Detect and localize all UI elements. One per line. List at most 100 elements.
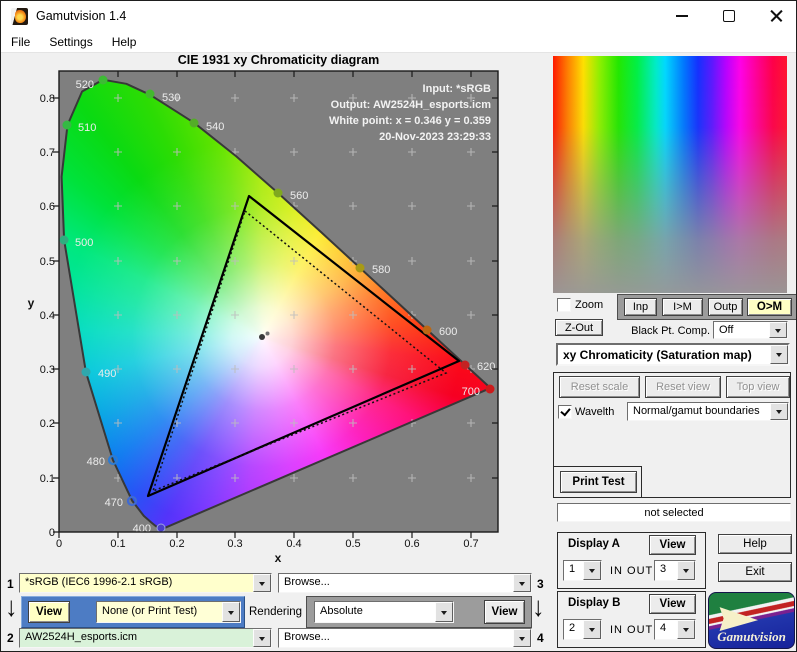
x-tick: 0.6 bbox=[404, 538, 419, 550]
zoom-checkbox[interactable] bbox=[557, 298, 571, 312]
browse-output-select[interactable]: Browse... bbox=[278, 628, 532, 648]
browse-input-select[interactable]: Browse... bbox=[278, 573, 532, 593]
dropdown-button[interactable] bbox=[677, 561, 695, 580]
exit-button[interactable]: Exit bbox=[718, 562, 792, 582]
window-title: Gamutvision 1.4 bbox=[36, 9, 126, 23]
boundaries-select[interactable]: Normal/gamut boundaries bbox=[627, 402, 789, 421]
display-a-inout-label: IN OUT bbox=[610, 565, 653, 577]
y-tick: 0.3 bbox=[40, 364, 55, 376]
logo-text: Gamutvision bbox=[709, 629, 794, 645]
white-point-marker bbox=[259, 334, 265, 340]
outp-button[interactable]: Outp bbox=[708, 298, 743, 316]
wavelength-label-510: 510 bbox=[78, 122, 96, 134]
output-profile-value: AW2524H_esports.icm bbox=[20, 629, 253, 647]
dropdown-button[interactable] bbox=[583, 620, 601, 639]
close-button[interactable] bbox=[754, 1, 797, 31]
down-arrow-icon: ↓ bbox=[5, 593, 18, 622]
wavelength-dot-560 bbox=[274, 189, 283, 198]
boundaries-value: Normal/gamut boundaries bbox=[628, 403, 770, 420]
dropdown-button[interactable] bbox=[769, 322, 787, 338]
slot-4-label: 4 bbox=[537, 631, 544, 645]
slot-2-label: 2 bbox=[7, 631, 14, 645]
x-tick: 0.3 bbox=[227, 538, 242, 550]
x-tick: 0.4 bbox=[286, 538, 301, 550]
browse-output-value: Browse... bbox=[279, 629, 513, 647]
wavelength-dot-620 bbox=[461, 361, 470, 370]
saturation-map-image[interactable] bbox=[553, 56, 787, 293]
dropdown-button[interactable] bbox=[770, 345, 788, 364]
output-profile-select[interactable]: AW2524H_esports.icm bbox=[19, 628, 272, 648]
reset-scale-button[interactable]: Reset scale bbox=[559, 376, 640, 398]
display-b-view-button[interactable]: View bbox=[649, 594, 696, 614]
maximize-icon bbox=[723, 10, 735, 22]
i-to-m-button[interactable]: I>M bbox=[662, 298, 703, 316]
logo-sail-icon bbox=[718, 605, 758, 631]
dropdown-button[interactable] bbox=[435, 602, 453, 622]
gamutvision-logo: Gamutvision bbox=[708, 592, 795, 649]
view-input-button[interactable]: View bbox=[28, 601, 70, 623]
wavelength-label-490: 490 bbox=[98, 368, 116, 380]
wavelength-dot-400 bbox=[157, 524, 165, 532]
chevron-down-icon bbox=[519, 637, 525, 644]
display-a-out-select[interactable]: 3 bbox=[654, 560, 696, 581]
z-out-button[interactable]: Z-Out bbox=[555, 319, 603, 336]
x-tick: 0.1 bbox=[110, 538, 125, 550]
top-view-button[interactable]: Top view bbox=[726, 376, 790, 398]
output-gamut-triangle bbox=[148, 196, 459, 496]
dropdown-button[interactable] bbox=[222, 602, 240, 622]
view-mode-select[interactable]: xy Chromaticity (Saturation map) bbox=[556, 343, 790, 366]
chevron-down-icon bbox=[776, 353, 782, 360]
chevron-down-icon bbox=[775, 329, 781, 336]
annotation-output: Output: AW2524H_esports.icm bbox=[201, 97, 491, 113]
minimize-icon bbox=[676, 15, 688, 17]
display-b-in-select[interactable]: 2 bbox=[563, 619, 602, 640]
help-button[interactable]: Help bbox=[718, 534, 792, 554]
rendering-select[interactable]: Absolute bbox=[314, 601, 454, 623]
o-to-m-button[interactable]: O>M bbox=[747, 298, 792, 316]
display-b-inout-label: IN OUT bbox=[610, 624, 653, 636]
intent-select[interactable]: None (or Print Test) bbox=[96, 601, 241, 623]
menu-file[interactable]: File bbox=[9, 34, 32, 50]
annotation-white-point: White point: x = 0.346 y = 0.359 bbox=[201, 113, 491, 129]
black-pt-comp-value: Off bbox=[714, 322, 769, 338]
display-a-out-value: 3 bbox=[655, 561, 677, 580]
menu-bar: File Settings Help bbox=[1, 31, 796, 53]
wavelth-label: Wavelth bbox=[575, 406, 614, 418]
print-test-button[interactable]: Print Test bbox=[560, 471, 637, 493]
minimize-button[interactable] bbox=[660, 1, 704, 31]
dropdown-button[interactable] bbox=[770, 403, 788, 420]
input-profile-value: *sRGB (IEC6 1996-2.1 sRGB) bbox=[20, 574, 253, 592]
wavelength-dot-510 bbox=[63, 121, 72, 130]
display-a-in-value: 1 bbox=[564, 561, 583, 580]
display-a-in-select[interactable]: 1 bbox=[563, 560, 602, 581]
input-profile-select[interactable]: *sRGB (IEC6 1996-2.1 sRGB) bbox=[19, 573, 272, 593]
wavelength-label-580: 580 bbox=[372, 264, 390, 276]
zoom-checkbox-label: Zoom bbox=[575, 299, 603, 311]
dropdown-button[interactable] bbox=[583, 561, 601, 580]
menu-help[interactable]: Help bbox=[110, 34, 139, 50]
dropdown-button[interactable] bbox=[513, 574, 531, 592]
dropdown-button[interactable] bbox=[253, 629, 271, 647]
wavelength-dot-520 bbox=[99, 76, 108, 85]
maximize-button[interactable] bbox=[707, 1, 751, 31]
dropdown-button[interactable] bbox=[677, 620, 695, 639]
x-axis-label: x bbox=[275, 551, 282, 565]
reset-view-button[interactable]: Reset view bbox=[645, 376, 721, 398]
view-output-button[interactable]: View bbox=[484, 600, 525, 624]
display-a-view-button[interactable]: View bbox=[649, 535, 696, 555]
wavelth-checkbox[interactable] bbox=[558, 405, 572, 419]
menu-settings[interactable]: Settings bbox=[47, 34, 94, 50]
wavelength-dot-580 bbox=[356, 264, 365, 273]
view-mode-value: xy Chromaticity (Saturation map) bbox=[558, 345, 770, 364]
display-b-out-select[interactable]: 4 bbox=[654, 619, 696, 640]
inp-button[interactable]: Inp bbox=[624, 298, 657, 316]
wavelength-label-620: 620 bbox=[477, 361, 495, 373]
dropdown-button[interactable] bbox=[513, 629, 531, 647]
dropdown-button[interactable] bbox=[253, 574, 271, 592]
wavelength-label-470: 470 bbox=[105, 497, 123, 509]
title-bar: Gamutvision 1.4 bbox=[1, 1, 796, 31]
app-icon bbox=[11, 8, 28, 25]
spectral-locus-outline bbox=[62, 80, 491, 530]
x-tick: 0.5 bbox=[345, 538, 360, 550]
black-pt-comp-select[interactable]: Off bbox=[713, 321, 788, 339]
